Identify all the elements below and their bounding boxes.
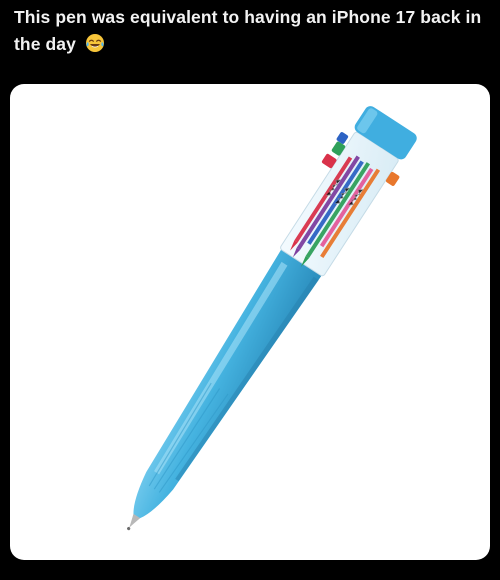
post-text: This pen was equivalent to having an iPh… [14,4,484,61]
ten-color-pen-icon [127,106,417,531]
post-image[interactable] [10,84,490,560]
face-with-tears-of-joy-icon [85,33,105,61]
